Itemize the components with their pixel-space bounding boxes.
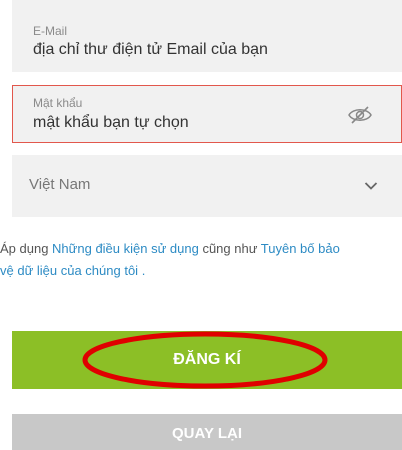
country-selected-value: Việt Nam (29, 176, 91, 193)
password-field[interactable]: Mật khẩu mật khẩu bạn tự chọn (12, 85, 402, 143)
password-label: Mật khẩu (33, 96, 83, 110)
terms-of-use-link[interactable]: Những điều kiện sử dụng (52, 241, 199, 256)
back-button[interactable]: QUAY LẠI (12, 414, 402, 450)
terms-suffix: . (138, 263, 146, 278)
email-label: E-Mail (33, 24, 68, 38)
email-field[interactable]: E-Mail địa chỉ thư điện tử Email của bạn (12, 0, 402, 72)
privacy-statement-link-continued[interactable]: vệ dữ liệu của chúng tôi (0, 263, 138, 278)
register-button[interactable]: ĐĂNG KÍ (12, 331, 402, 389)
country-select[interactable]: Việt Nam (12, 155, 402, 217)
privacy-statement-link[interactable]: Tuyên bố bảo (261, 241, 340, 256)
terms-prefix: Áp dụng (0, 241, 53, 256)
terms-text: Áp dụng Những điều kiện sử dụng cũng như… (0, 238, 402, 282)
registration-form: E-Mail địa chỉ thư điện tử Email của bạn… (0, 0, 402, 450)
eye-slash-icon[interactable] (347, 104, 373, 126)
terms-middle: cũng như (198, 241, 261, 256)
chevron-down-icon[interactable] (364, 181, 378, 191)
email-value[interactable]: địa chỉ thư điện tử Email của bạn (33, 41, 268, 59)
password-value[interactable]: mật khẩu bạn tự chọn (33, 114, 189, 132)
